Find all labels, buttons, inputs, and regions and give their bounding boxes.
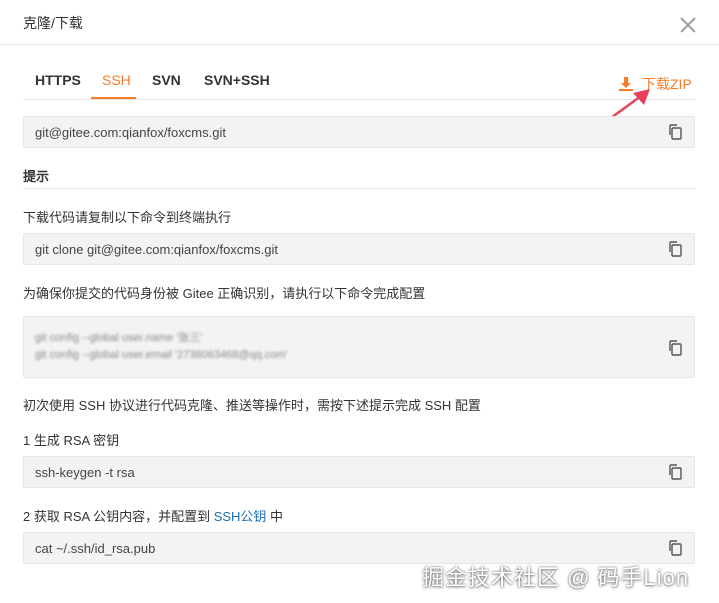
git-config-name-line[interactable]: git config --global user.name '张三' xyxy=(35,330,202,346)
identity-config-desc: 为确保你提交的代码身份被 Gitee 正确识别，请执行以下命令完成配置 xyxy=(23,286,426,301)
copy-icon[interactable] xyxy=(668,464,682,480)
copy-icon[interactable] xyxy=(668,540,682,556)
step2-prefix: 2 获取 RSA 公钥内容，并配置到 xyxy=(23,509,214,524)
download-zip-button[interactable]: 下载ZIP xyxy=(618,74,692,94)
step1-label: 1 生成 RSA 密钥 xyxy=(23,433,120,448)
step2-label: 2 获取 RSA 公钥内容，并配置到 SSH公钥 中 xyxy=(23,506,283,525)
copy-icon[interactable] xyxy=(668,241,682,257)
dialog-title: 克隆/下载 xyxy=(23,15,83,31)
hint-divider xyxy=(23,188,695,189)
download-zip-label: 下载ZIP xyxy=(642,76,692,92)
tab-svn-ssh[interactable]: SVN+SSH xyxy=(204,72,270,88)
step2-suffix: 中 xyxy=(266,509,284,524)
ssh-first-use-desc: 初次使用 SSH 协议进行代码克隆、推送等操作时，需按下述提示完成 SSH 配置 xyxy=(23,398,481,413)
clone-command-text[interactable]: git clone git@gitee.com:qianfox/foxcms.g… xyxy=(35,242,278,257)
git-config-email-line[interactable]: git config --global user.email '27380634… xyxy=(35,347,288,363)
copy-icon[interactable] xyxy=(668,124,682,140)
copy-icon[interactable] xyxy=(668,340,682,356)
tab-https[interactable]: HTTPS xyxy=(35,72,81,88)
ssh-key-link[interactable]: SSH公钥 xyxy=(214,509,267,524)
close-icon[interactable] xyxy=(678,15,698,35)
ssh-keygen-command[interactable]: ssh-keygen -t rsa xyxy=(35,465,135,480)
ssh-keygen-box: ssh-keygen -t rsa xyxy=(23,456,695,488)
clone-command-box: git clone git@gitee.com:qianfox/foxcms.g… xyxy=(23,233,695,265)
clone-download-dialog: 克隆/下载 HTTPS SSH SVN SVN+SSH 下载ZIP git@gi… xyxy=(0,0,719,603)
dialog-header: 克隆/下载 xyxy=(0,0,719,45)
active-tab-indicator xyxy=(91,97,136,99)
protocol-tabs: HTTPS SSH SVN SVN+SSH xyxy=(23,72,695,100)
public-key-command[interactable]: cat ~/.ssh/id_rsa.pub xyxy=(35,541,155,556)
tab-svn[interactable]: SVN xyxy=(152,72,181,88)
hint-title: 提示 xyxy=(23,169,50,184)
copy-command-desc: 下载代码请复制以下命令到终端执行 xyxy=(23,210,232,225)
watermark: 掘金技术社区 @ 码手Lion xyxy=(422,565,690,590)
download-icon xyxy=(618,76,634,92)
clone-url-box: git@gitee.com:qianfox/foxcms.git xyxy=(23,116,695,148)
tab-ssh[interactable]: SSH xyxy=(102,72,131,88)
clone-url-text[interactable]: git@gitee.com:qianfox/foxcms.git xyxy=(35,125,226,140)
git-config-box: git config --global user.name '张三' git c… xyxy=(23,316,695,378)
